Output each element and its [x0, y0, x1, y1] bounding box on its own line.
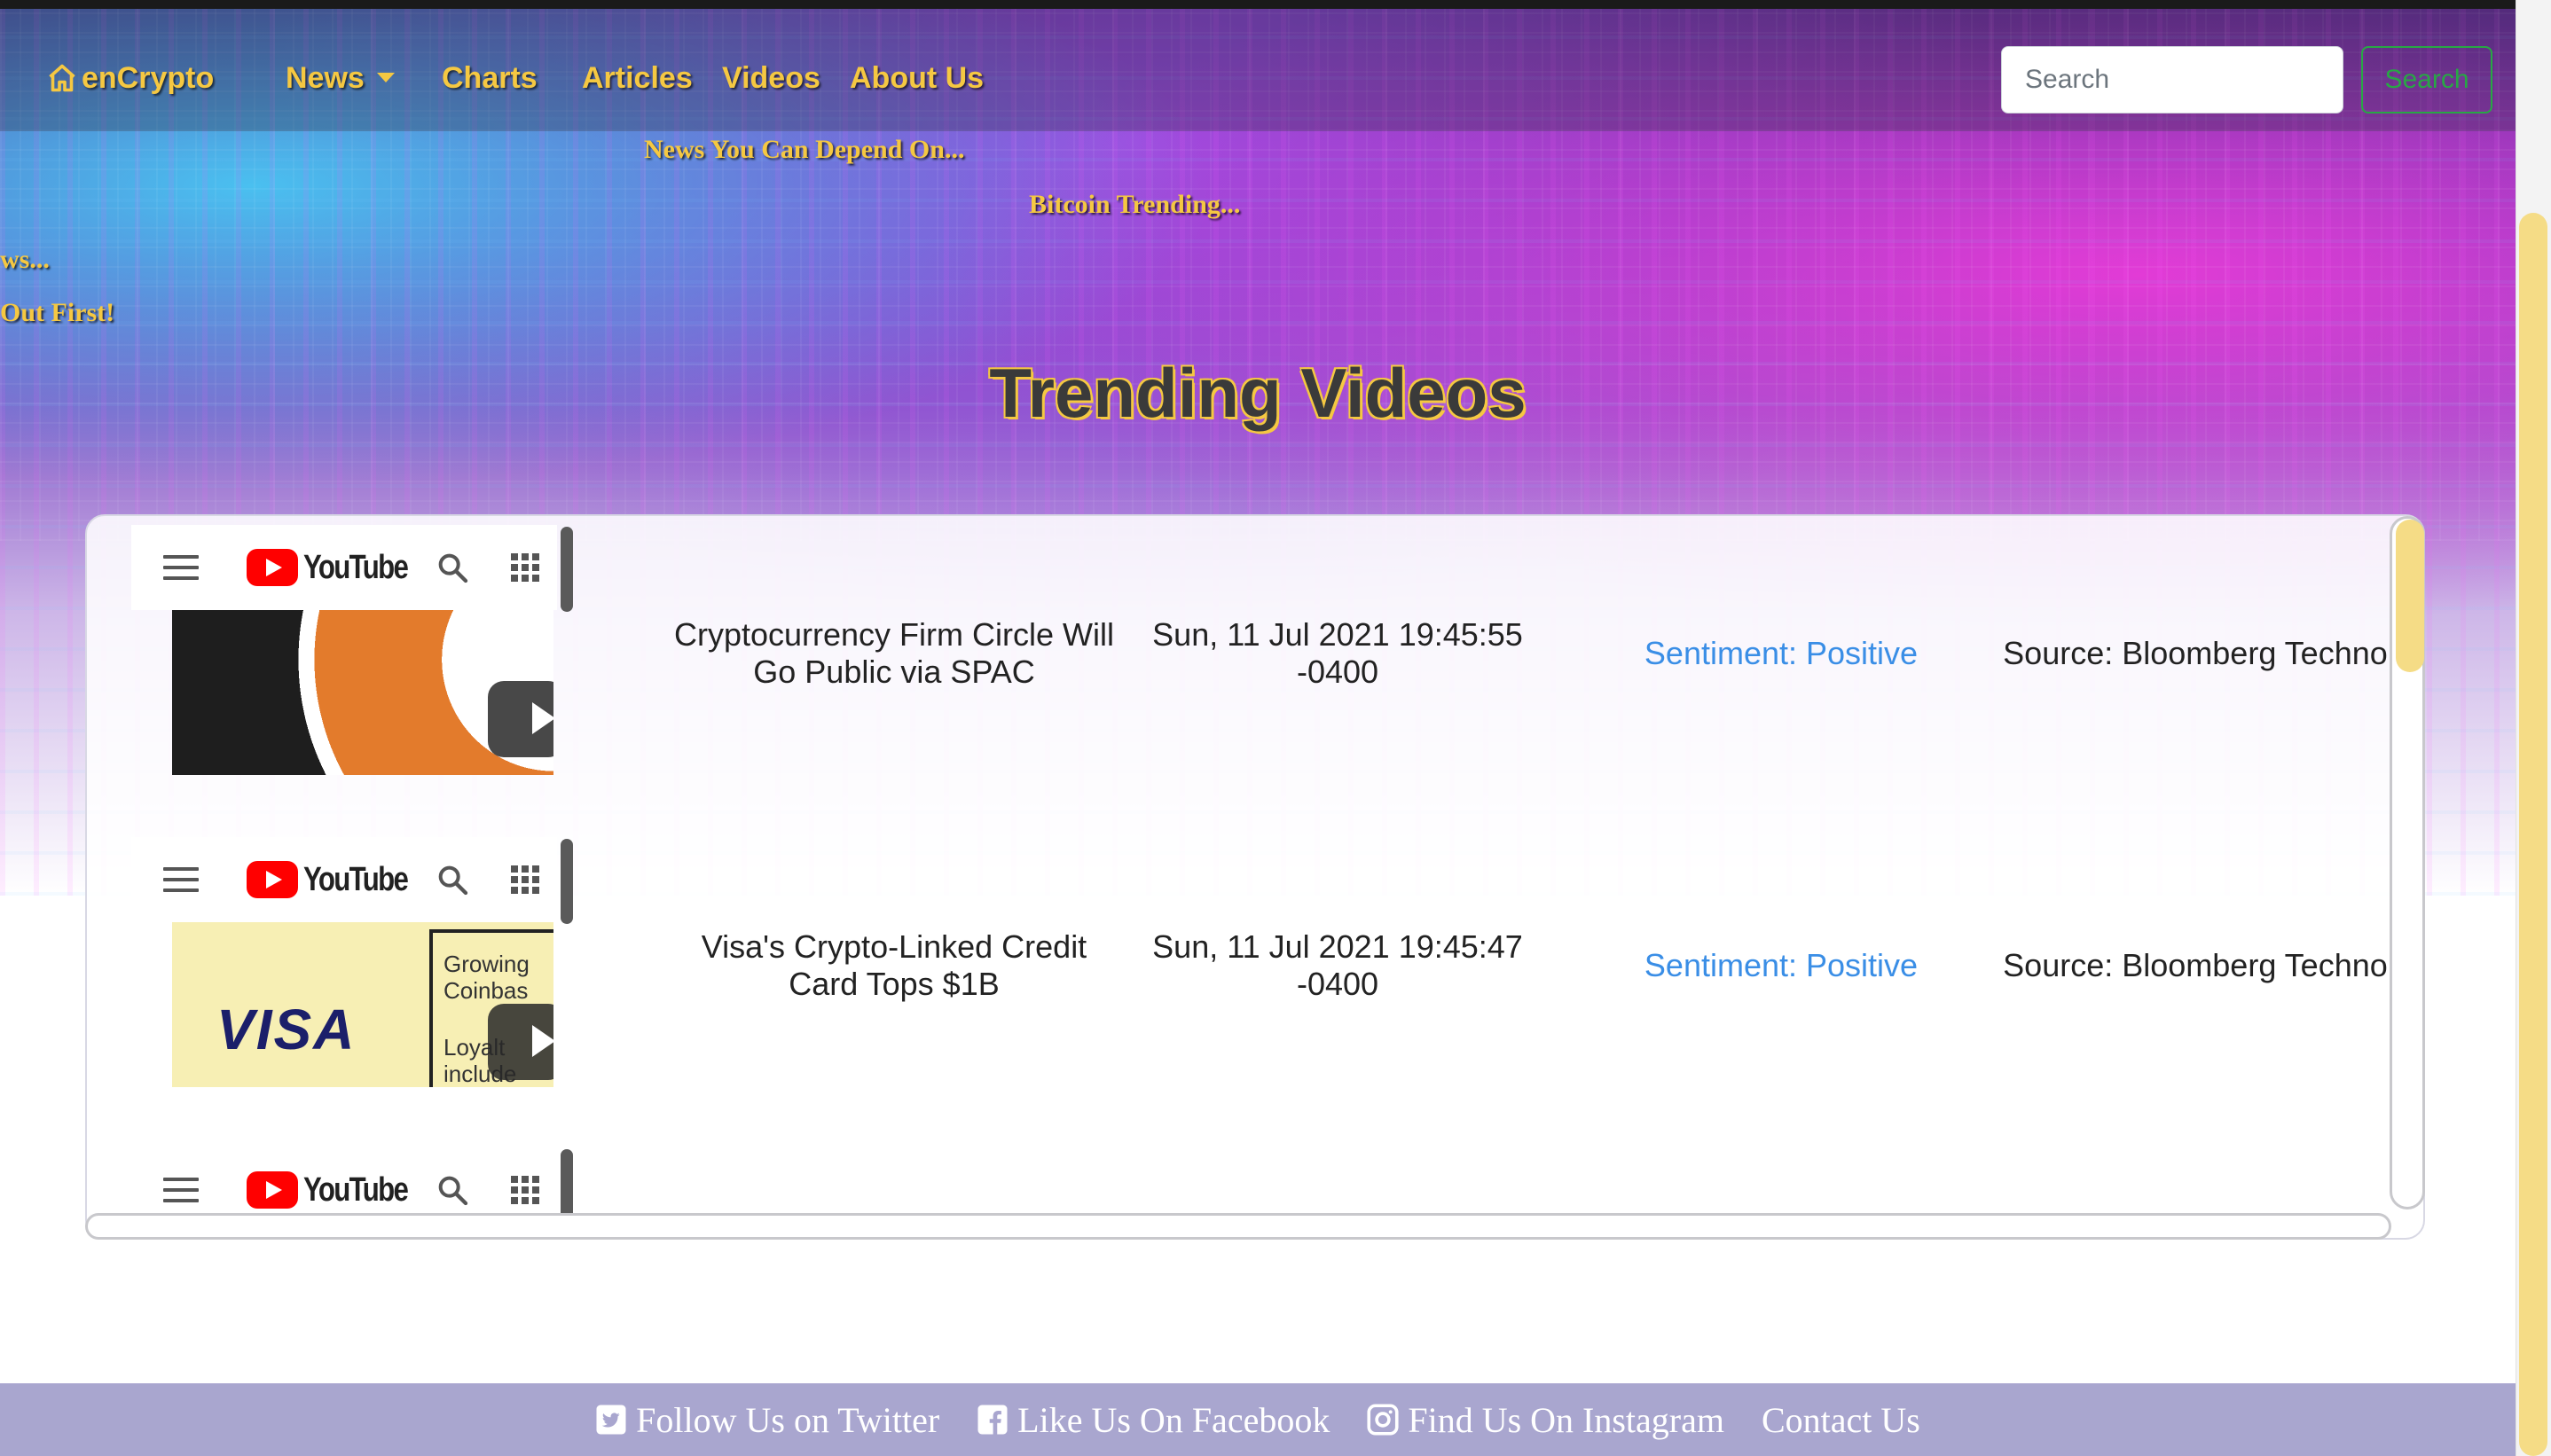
- tagline-news-partial: ws...: [0, 245, 50, 274]
- play-icon[interactable]: [488, 1004, 553, 1080]
- video-thumbnail[interactable]: [172, 610, 553, 775]
- visa-logo-text: VISA: [216, 998, 357, 1061]
- video-source: Source: Bloomberg Technology: [2003, 947, 2425, 983]
- youtube-logo[interactable]: YouTube: [247, 860, 430, 899]
- nav-item-articles[interactable]: Articles: [582, 53, 693, 103]
- footer-link-instagram[interactable]: Find Us On Instagram: [1367, 1399, 1724, 1441]
- apps-grid-icon[interactable]: [511, 553, 539, 582]
- video-sentiment: Sentiment: Positive: [1644, 947, 1919, 983]
- video-date: Sun, 11 Jul 2021 19:45:55 -0400: [1152, 616, 1523, 690]
- play-icon[interactable]: [488, 681, 553, 757]
- embed-scrollbar[interactable]: [561, 527, 573, 612]
- tagline-first-partial: Out First!: [0, 298, 115, 327]
- youtube-logo[interactable]: YouTube: [247, 548, 430, 587]
- nav-item-about-us[interactable]: About Us: [850, 53, 984, 103]
- footer: Follow Us on Twitter Like Us On Facebook…: [0, 1383, 2516, 1456]
- youtube-embed[interactable]: YouTube VISA Growing Coinbas Loyalt incl…: [131, 837, 573, 1094]
- brand-name: enCrypto: [82, 60, 215, 95]
- page-title: Trending Videos: [989, 354, 1527, 432]
- apps-grid-icon[interactable]: [511, 865, 539, 894]
- panel-horizontal-scrollbar[interactable]: [85, 1213, 2391, 1240]
- search-button[interactable]: Search: [2361, 46, 2492, 114]
- footer-link-facebook[interactable]: Like Us On Facebook: [977, 1399, 1330, 1441]
- search-icon[interactable]: [435, 862, 470, 897]
- video-row: YouTube VISA Growing Coinbas Loyalt incl…: [131, 837, 2423, 1094]
- video-source: Source: Bloomberg Technology: [2003, 635, 2425, 671]
- nav-item-news-label: News: [286, 61, 365, 95]
- youtube-logo-text: YouTube: [303, 860, 409, 898]
- instagram-icon: [1367, 1404, 1399, 1436]
- hamburger-menu-icon[interactable]: [163, 867, 199, 892]
- nav-item-videos[interactable]: Videos: [722, 53, 820, 103]
- navbar: enCrypto News Charts Articles Videos Abo…: [0, 9, 2516, 131]
- tagline-bitcoin: Bitcoin Trending...: [1029, 190, 1241, 219]
- youtube-play-logo-icon: [247, 1171, 298, 1209]
- footer-link-twitter[interactable]: Follow Us on Twitter: [595, 1399, 939, 1441]
- youtube-logo[interactable]: YouTube: [247, 1170, 430, 1209]
- footer-link-contact[interactable]: Contact Us: [1762, 1399, 1920, 1441]
- youtube-header-bar: YouTube: [131, 837, 557, 922]
- video-list-panel[interactable]: YouTube Cryptocurrency Firm Circle Will …: [85, 514, 2425, 1240]
- apps-grid-icon[interactable]: [511, 1176, 539, 1204]
- youtube-header-bar: YouTube: [131, 525, 557, 610]
- nav-item-charts[interactable]: Charts: [442, 53, 538, 103]
- video-sentiment: Sentiment: Positive: [1644, 635, 1919, 671]
- search-icon[interactable]: [435, 550, 470, 585]
- video-date: Sun, 11 Jul 2021 19:45:47 -0400: [1152, 928, 1523, 1002]
- youtube-play-logo-icon: [247, 861, 298, 898]
- brand-link[interactable]: enCrypto: [46, 53, 214, 103]
- twitter-icon: [596, 1405, 626, 1435]
- footer-link-instagram-label: Find Us On Instagram: [1408, 1399, 1724, 1440]
- home-icon: [49, 64, 75, 92]
- video-title: Cryptocurrency Firm Circle Will Go Publi…: [673, 616, 1115, 690]
- hamburger-menu-icon[interactable]: [163, 555, 199, 580]
- nav-item-news[interactable]: News: [286, 53, 395, 103]
- youtube-play-logo-icon: [247, 549, 298, 586]
- video-title: Visa's Crypto-Linked Credit Card Tops $1…: [701, 928, 1087, 1002]
- footer-link-facebook-label: Like Us On Facebook: [1017, 1399, 1330, 1440]
- youtube-logo-text: YouTube: [303, 1170, 409, 1209]
- youtube-logo-text: YouTube: [303, 548, 409, 586]
- tagline-news: News You Can Depend On...: [644, 135, 965, 164]
- panel-vertical-scroll-thumb[interactable]: [2396, 520, 2424, 672]
- top-strip: [0, 0, 2516, 9]
- chevron-down-icon: [376, 72, 395, 82]
- facebook-icon: [977, 1405, 1008, 1435]
- footer-link-twitter-label: Follow Us on Twitter: [636, 1399, 940, 1440]
- page-scroll-thumb[interactable]: [2519, 213, 2547, 1456]
- search-input[interactable]: [2001, 46, 2343, 114]
- search-icon[interactable]: [435, 1172, 470, 1208]
- youtube-embed[interactable]: YouTube: [131, 525, 573, 782]
- video-row: YouTube Cryptocurrency Firm Circle Will …: [131, 525, 2423, 782]
- video-thumbnail[interactable]: VISA Growing Coinbas Loyalt include: [172, 922, 553, 1087]
- embed-scrollbar[interactable]: [561, 839, 573, 924]
- hamburger-menu-icon[interactable]: [163, 1178, 199, 1202]
